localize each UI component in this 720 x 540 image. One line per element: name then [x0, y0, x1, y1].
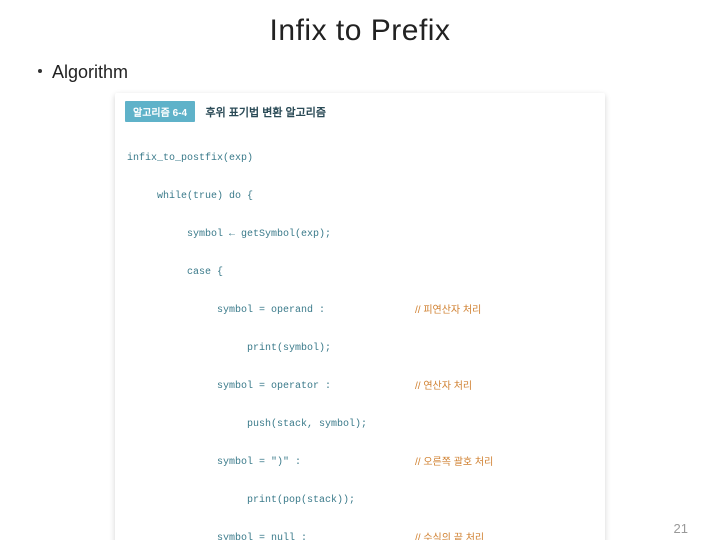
- code-comment: // 수식의 끝 처리: [415, 529, 484, 540]
- code-line: symbol = operand :: [127, 301, 325, 320]
- code-line: infix_to_postfix(exp): [127, 149, 253, 168]
- algorithm-badge: 알고리즘 6-4: [125, 101, 195, 122]
- bullet-line: Algorithm: [38, 62, 720, 83]
- page-number: 21: [674, 521, 688, 536]
- code-block: infix_to_postfix(exp) while(true) do { s…: [115, 126, 605, 540]
- code-line: symbol ← getSymbol(exp);: [127, 225, 331, 244]
- code-line: print(symbol);: [127, 339, 331, 358]
- card-header: 알고리즘 6-4 후위 표기법 변환 알고리즘: [115, 93, 605, 126]
- code-line: push(stack, symbol);: [127, 415, 367, 434]
- code-comment: // 연산자 처리: [415, 377, 472, 396]
- code-line: symbol = operator :: [127, 377, 331, 396]
- bullet-icon: [38, 69, 42, 73]
- bullet-text: Algorithm: [52, 62, 128, 82]
- code-line: case {: [127, 263, 223, 282]
- code-comment: // 오른쪽 괄호 처리: [415, 453, 493, 472]
- code-line: symbol = null :: [127, 529, 307, 540]
- code-line: print(pop(stack));: [127, 491, 355, 510]
- slide-title: Infix to Prefix: [0, 14, 720, 48]
- algorithm-card: 알고리즘 6-4 후위 표기법 변환 알고리즘 infix_to_postfix…: [115, 93, 605, 540]
- code-comment: // 피연산자 처리: [415, 301, 481, 320]
- algorithm-badge-title: 후위 표기법 변환 알고리즘: [206, 104, 327, 120]
- code-line: while(true) do {: [127, 187, 253, 206]
- code-line: symbol = ")" :: [127, 453, 301, 472]
